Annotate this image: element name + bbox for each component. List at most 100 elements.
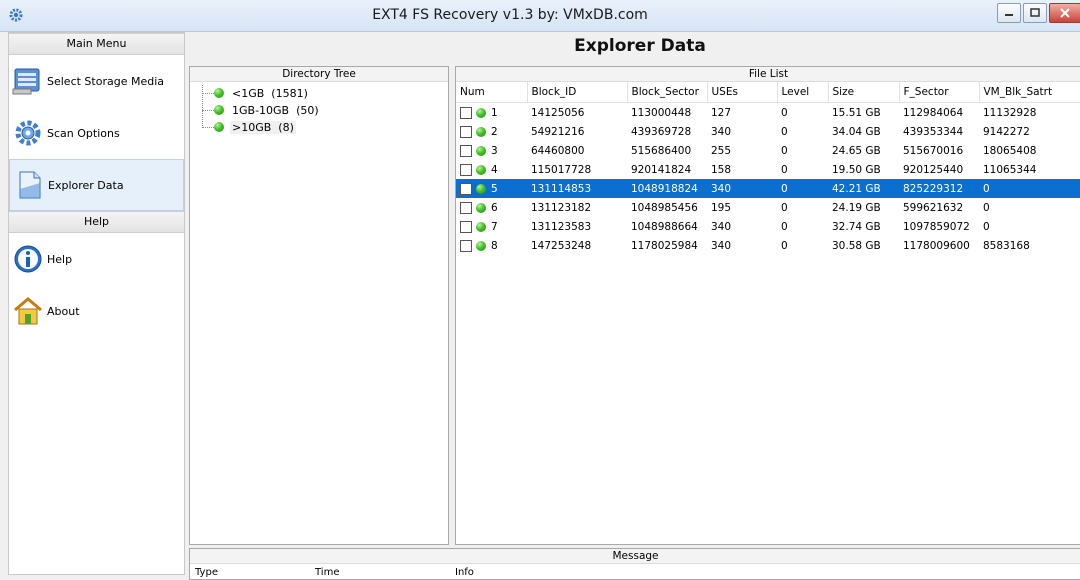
table-cell: 825229312 <box>899 179 979 198</box>
table-row[interactable]: 1 14125056 113000448 127 0 15.51 GB 1129… <box>456 103 1080 123</box>
row-checkbox[interactable] <box>460 106 472 119</box>
menu-item-help[interactable]: Help <box>9 233 184 285</box>
table-cell: 115017728 <box>531 163 592 176</box>
column-header-level[interactable]: Level <box>777 82 829 103</box>
num-cell: 8 <box>456 236 527 255</box>
column-header-size[interactable]: Size <box>828 82 900 103</box>
menu-item-about[interactable]: About <box>9 285 184 337</box>
menu-item-label: Scan Options <box>47 126 120 140</box>
info-icon <box>14 245 42 273</box>
table-cell: 439369728 <box>631 125 692 138</box>
row-checkbox[interactable] <box>460 125 472 138</box>
row-checkbox[interactable] <box>460 163 472 176</box>
maximize-button[interactable] <box>1023 3 1047 23</box>
table-cell: 920141824 <box>631 163 692 176</box>
row-checkbox[interactable] <box>460 220 472 233</box>
table-cell: 1097859072 <box>903 220 970 233</box>
table-cell: 439353344 <box>903 125 964 138</box>
title-bar: EXT4 FS Recovery v1.3 by: VMxDB.com <box>0 0 1080 32</box>
column-header-f-sector[interactable]: F_Sector <box>899 82 980 103</box>
table-cell: 0 <box>781 125 788 138</box>
tree-node-gt-10gb[interactable]: >10GB (8) <box>190 119 448 136</box>
num-cell: 3 <box>456 141 527 160</box>
green-status-icon <box>476 107 486 118</box>
table-cell: 34.04 GB <box>832 125 881 138</box>
table-cell: 0 <box>979 179 1080 198</box>
home-icon <box>14 297 42 325</box>
row-checkbox[interactable] <box>460 239 472 252</box>
table-cell: 30.58 GB <box>832 239 881 252</box>
table-cell: 1178025984 <box>631 239 698 252</box>
minimize-button[interactable] <box>997 3 1021 23</box>
table-cell: 599621632 <box>903 201 964 214</box>
table-row[interactable]: 8 147253248 1178025984 340 0 30.58 GB 11… <box>456 236 1080 255</box>
table-cell: 9142272 <box>983 125 1030 138</box>
green-status-icon <box>214 105 224 115</box>
file-list-table: Num Block_ID Block_Sector USEs Level Siz… <box>456 82 1080 255</box>
table-row[interactable]: 7 131123583 1048988664 340 0 32.74 GB 10… <box>456 217 1080 236</box>
menu-item-select-storage-media[interactable]: Select Storage Media <box>9 55 184 107</box>
help-header: Help <box>9 211 184 233</box>
table-cell: 1048988664 <box>631 220 698 233</box>
table-cell: 11132928 <box>983 106 1037 119</box>
num-cell: 4 <box>456 160 527 179</box>
table-cell: 0 <box>781 163 788 176</box>
table-cell: 54921216 <box>531 125 585 138</box>
table-row[interactable]: 4 115017728 920141824 158 0 19.50 GB 920… <box>456 160 1080 179</box>
table-cell: 340 <box>711 125 732 138</box>
storage-media-icon <box>12 68 40 95</box>
menu-item-scan-options[interactable]: Scan Options <box>9 107 184 159</box>
table-cell: 340 <box>711 239 732 252</box>
green-status-icon <box>214 122 224 132</box>
table-cell: 15.51 GB <box>832 106 881 119</box>
table-cell: 42.21 GB <box>828 179 899 198</box>
table-cell: 131123583 <box>531 220 592 233</box>
table-cell: 158 <box>711 163 732 176</box>
table-row[interactable]: 6 131123182 1048985456 195 0 24.19 GB 59… <box>456 198 1080 217</box>
num-cell: 5 <box>456 179 527 198</box>
tree-node-1gb-10gb[interactable]: 1GB-10GB (50) <box>190 102 448 119</box>
table-cell: 0 <box>983 201 990 214</box>
close-button[interactable] <box>1049 3 1080 23</box>
column-header-block-id[interactable]: Block_ID <box>527 82 628 103</box>
window-title: EXT4 FS Recovery v1.3 by: VMxDB.com <box>372 7 648 23</box>
table-cell: 113000448 <box>631 106 692 119</box>
table-row[interactable]: 2 54921216 439369728 340 0 34.04 GB 4393… <box>456 122 1080 141</box>
table-cell: 24.19 GB <box>832 201 881 214</box>
green-status-icon <box>476 240 486 251</box>
column-header-block-sector[interactable]: Block_Sector <box>627 82 708 103</box>
green-status-icon <box>476 221 486 232</box>
table-cell: 8583168 <box>983 239 1030 252</box>
column-header-vm-blk-start[interactable]: VM_Blk_Satrt <box>979 82 1080 103</box>
column-header-num[interactable]: Num <box>456 82 528 103</box>
num-cell: 2 <box>456 122 527 141</box>
table-cell: 0 <box>781 239 788 252</box>
table-cell: 1178009600 <box>903 239 970 252</box>
document-icon <box>19 171 41 199</box>
left-menu-pane: Main Menu Select Storage Media Scan Opti… <box>8 32 185 575</box>
table-cell: 32.74 GB <box>832 220 881 233</box>
table-cell: 255 <box>711 144 732 157</box>
row-checkbox[interactable] <box>460 182 472 195</box>
column-header-uses[interactable]: USEs <box>707 82 778 103</box>
table-cell: 0 <box>777 179 828 198</box>
table-row[interactable]: 3 64460800 515686400 255 0 24.65 GB 5156… <box>456 141 1080 160</box>
menu-item-label: Explorer Data <box>48 178 124 192</box>
row-checkbox[interactable] <box>460 144 472 157</box>
tree-node-lt-1gb[interactable]: <1GB (1581) <box>190 85 448 102</box>
menu-item-explorer-data[interactable]: Explorer Data <box>9 159 184 211</box>
table-cell: 0 <box>781 144 788 157</box>
table-cell: 11065344 <box>983 163 1037 176</box>
table-cell: 18065408 <box>983 144 1037 157</box>
table-cell: 112984064 <box>903 106 964 119</box>
table-cell: 340 <box>711 220 732 233</box>
num-cell: 7 <box>456 217 527 236</box>
table-cell: 1048918824 <box>627 179 707 198</box>
menu-item-label: Help <box>47 252 73 266</box>
num-cell: 1 <box>456 103 527 123</box>
tree-node-label: <1GB (1581) <box>232 87 308 100</box>
table-row-selected[interactable]: 5 131114853 1048918824 340 0 42.21 GB 82… <box>456 179 1080 198</box>
maximize-icon <box>1030 8 1040 17</box>
row-checkbox[interactable] <box>460 201 472 214</box>
green-status-icon <box>214 88 224 98</box>
